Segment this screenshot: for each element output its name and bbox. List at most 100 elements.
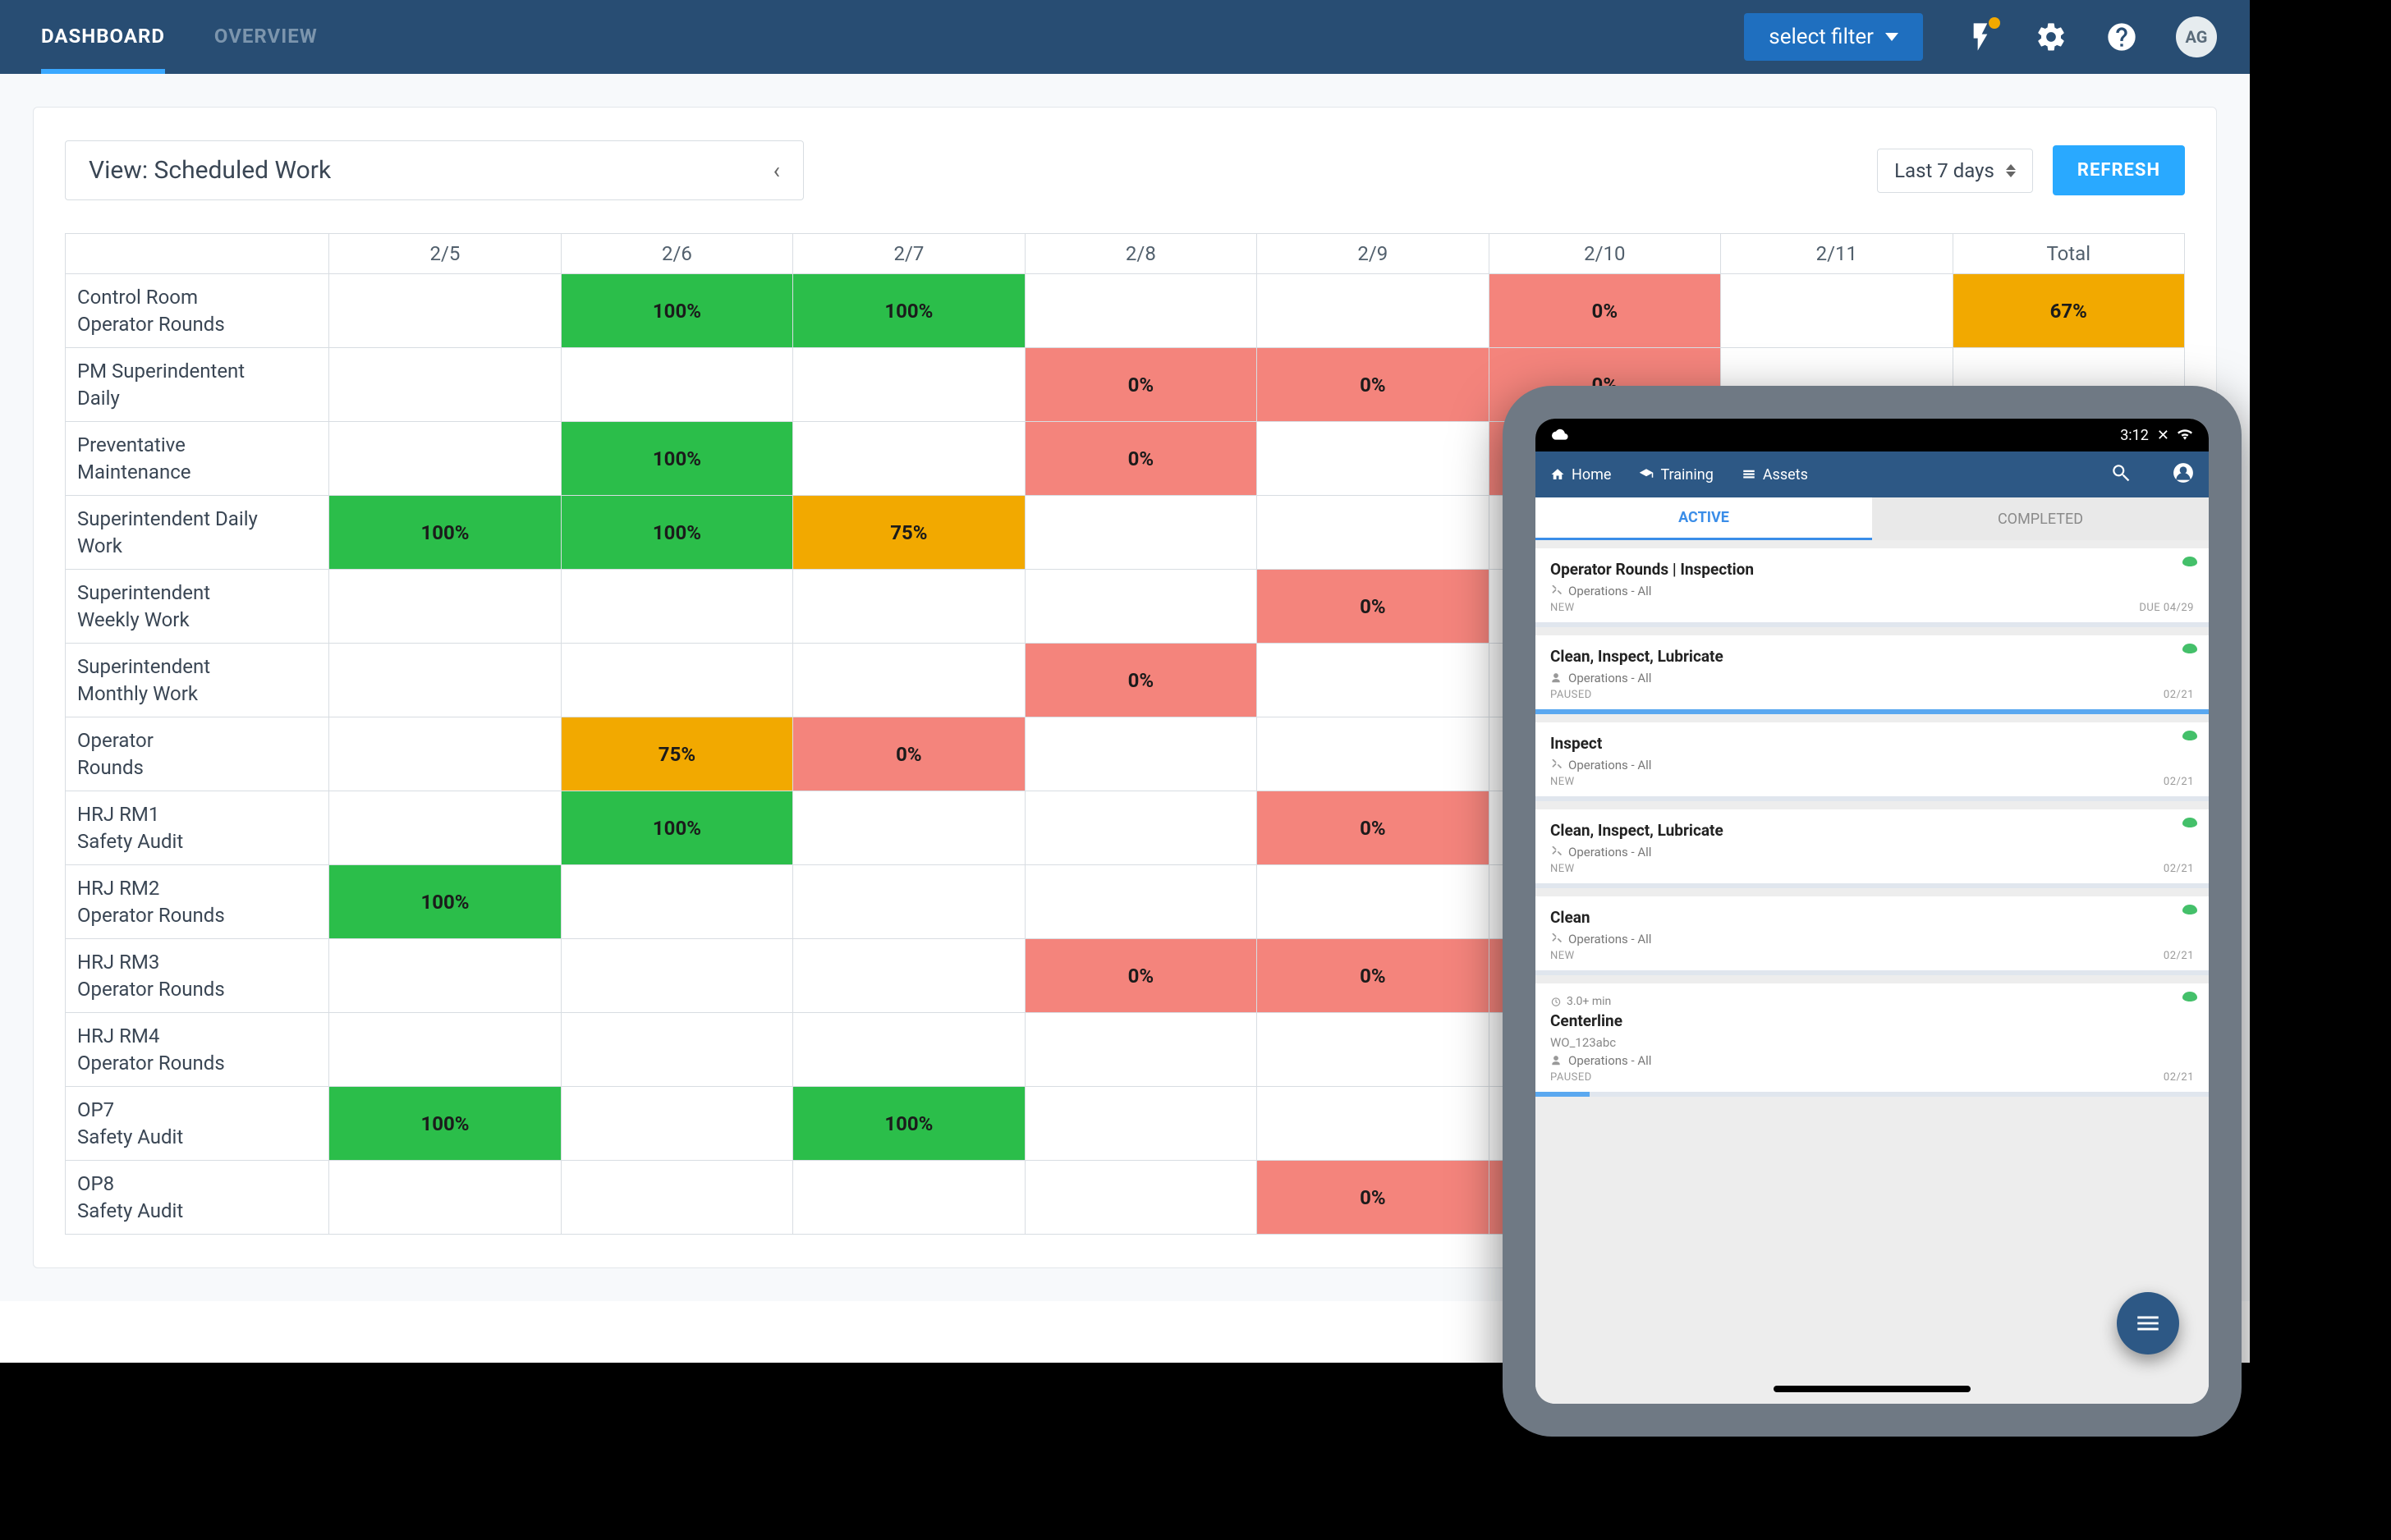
data-cell[interactable] [1025, 717, 1256, 791]
tab-overview[interactable]: OVERVIEW [214, 0, 318, 74]
data-cell[interactable] [793, 791, 1025, 865]
data-cell[interactable] [561, 348, 792, 422]
data-cell[interactable] [793, 939, 1025, 1013]
task-subtitle: Operations - All [1550, 932, 2194, 946]
data-cell[interactable]: 100% [561, 422, 792, 496]
data-cell[interactable]: 0% [1257, 1161, 1489, 1235]
data-cell[interactable]: 0% [1489, 274, 1720, 348]
task-card[interactable]: Clean, Inspect, LubricateOperations - Al… [1535, 809, 2209, 883]
data-cell[interactable] [561, 1013, 792, 1087]
data-cell[interactable] [561, 570, 792, 644]
data-cell[interactable] [329, 1161, 561, 1235]
task-card[interactable]: Operator Rounds | InspectionOperations -… [1535, 548, 2209, 622]
data-cell[interactable]: 0% [1025, 422, 1256, 496]
data-cell[interactable]: 100% [329, 865, 561, 939]
data-cell[interactable] [1257, 865, 1489, 939]
data-cell[interactable]: 100% [793, 1087, 1025, 1161]
data-cell[interactable] [1025, 1087, 1256, 1161]
data-cell[interactable]: 100% [561, 496, 792, 570]
data-cell[interactable]: 75% [793, 496, 1025, 570]
filter-select[interactable]: select filter [1744, 13, 1923, 61]
data-cell[interactable] [1257, 717, 1489, 791]
data-cell[interactable] [793, 644, 1025, 717]
data-cell[interactable]: 0% [1025, 939, 1256, 1013]
data-cell[interactable] [561, 865, 792, 939]
data-cell[interactable] [1257, 422, 1489, 496]
date-range-select[interactable]: Last 7 days [1877, 149, 2033, 193]
data-cell[interactable] [329, 791, 561, 865]
data-cell[interactable] [329, 274, 561, 348]
view-selector[interactable]: View: Scheduled Work ‹ [65, 140, 804, 200]
data-cell[interactable] [1025, 274, 1256, 348]
refresh-button[interactable]: REFRESH [2053, 145, 2185, 195]
data-cell[interactable] [1025, 1161, 1256, 1235]
data-cell[interactable] [1257, 496, 1489, 570]
data-cell[interactable] [793, 1161, 1025, 1235]
subtab-completed[interactable]: COMPLETED [1872, 497, 2209, 540]
nav-assets[interactable]: Assets [1742, 466, 1808, 484]
data-cell[interactable] [1025, 496, 1256, 570]
search-icon[interactable] [2110, 462, 2132, 488]
data-cell[interactable]: 0% [1257, 791, 1489, 865]
data-cell[interactable] [793, 1013, 1025, 1087]
gear-icon[interactable] [2035, 21, 2067, 53]
data-cell[interactable]: 100% [793, 274, 1025, 348]
task-card[interactable]: Clean, Inspect, LubricateOperations - Al… [1535, 635, 2209, 709]
account-icon[interactable] [2173, 462, 2194, 488]
data-cell[interactable] [793, 422, 1025, 496]
data-cell[interactable] [1257, 274, 1489, 348]
data-cell[interactable]: 0% [1257, 348, 1489, 422]
fab-menu-button[interactable] [2117, 1292, 2179, 1354]
notifications-icon[interactable] [1964, 21, 1997, 53]
nav-training[interactable]: Training [1639, 466, 1713, 484]
data-cell[interactable] [329, 1013, 561, 1087]
row-label: HRJ RM2Operator Rounds [66, 865, 329, 939]
task-work-order: WO_123abc [1550, 1035, 2194, 1050]
data-cell[interactable]: 0% [1257, 570, 1489, 644]
data-cell[interactable]: 67% [1953, 274, 2184, 348]
data-cell[interactable] [1257, 1087, 1489, 1161]
row-label: HRJ RM1Safety Audit [66, 791, 329, 865]
task-title: Clean, Inspect, Lubricate [1550, 821, 2194, 840]
task-list[interactable]: Operator Rounds | InspectionOperations -… [1535, 540, 2209, 1404]
data-cell[interactable]: 100% [561, 274, 792, 348]
data-cell[interactable] [1257, 1013, 1489, 1087]
data-cell[interactable] [793, 865, 1025, 939]
data-cell[interactable] [793, 570, 1025, 644]
data-cell[interactable]: 0% [1257, 939, 1489, 1013]
data-cell[interactable]: 100% [329, 496, 561, 570]
statusbar-time: 3:12 [2120, 427, 2149, 444]
data-cell[interactable] [561, 939, 792, 1013]
data-cell[interactable] [329, 644, 561, 717]
task-card[interactable]: CleanOperations - AllNEW02/21 [1535, 896, 2209, 970]
data-cell[interactable] [1025, 570, 1256, 644]
data-cell[interactable] [561, 1161, 792, 1235]
data-cell[interactable] [793, 348, 1025, 422]
user-avatar[interactable]: AG [2176, 16, 2217, 57]
data-cell[interactable] [329, 348, 561, 422]
data-cell[interactable] [1025, 791, 1256, 865]
task-card[interactable]: InspectOperations - AllNEW02/21 [1535, 722, 2209, 796]
data-cell[interactable] [1025, 865, 1256, 939]
nav-home[interactable]: Home [1550, 466, 1611, 484]
data-cell[interactable]: 100% [561, 791, 792, 865]
data-cell[interactable] [561, 644, 792, 717]
help-icon[interactable] [2105, 21, 2138, 53]
data-cell[interactable]: 75% [561, 717, 792, 791]
data-cell[interactable]: 0% [1025, 644, 1256, 717]
data-cell[interactable] [329, 570, 561, 644]
data-cell[interactable] [329, 939, 561, 1013]
signal-icon: ✕ [2157, 427, 2169, 444]
data-cell[interactable] [329, 717, 561, 791]
data-cell[interactable] [1721, 274, 1953, 348]
data-cell[interactable] [561, 1087, 792, 1161]
data-cell[interactable] [1257, 644, 1489, 717]
data-cell[interactable]: 0% [793, 717, 1025, 791]
subtab-active[interactable]: ACTIVE [1535, 497, 1872, 540]
data-cell[interactable]: 0% [1025, 348, 1256, 422]
data-cell[interactable] [1025, 1013, 1256, 1087]
data-cell[interactable]: 100% [329, 1087, 561, 1161]
data-cell[interactable] [329, 422, 561, 496]
tab-dashboard[interactable]: DASHBOARD [41, 0, 165, 74]
task-card[interactable]: 3.0+ minCenterlineWO_123abcOperations - … [1535, 983, 2209, 1092]
